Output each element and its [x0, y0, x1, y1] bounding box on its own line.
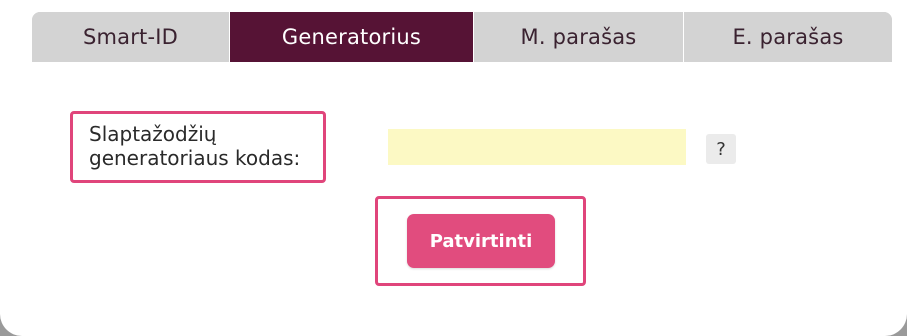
- tab-generatorius-label: Generatorius: [281, 25, 422, 49]
- tab-e-parasas[interactable]: E. parašas: [684, 12, 892, 62]
- help-button[interactable]: ?: [706, 134, 736, 164]
- tab-generatorius[interactable]: Generatorius: [230, 12, 474, 62]
- login-card: Smart-ID Generatorius M. parašas E. para…: [0, 0, 907, 336]
- code-label: Slaptažodžių generatoriaus kodas:: [89, 122, 301, 170]
- tab-smart-id-label: Smart-ID: [82, 25, 179, 49]
- tab-smart-id[interactable]: Smart-ID: [32, 12, 230, 62]
- tab-m-parasas[interactable]: M. parašas: [474, 12, 684, 62]
- code-label-highlight: Slaptažodžių generatoriaus kodas:: [70, 111, 326, 183]
- confirm-button[interactable]: Patvirtinti: [407, 214, 555, 268]
- generator-code-input[interactable]: [388, 129, 686, 165]
- question-mark-icon: ?: [716, 138, 726, 160]
- tab-m-parasas-label: M. parašas: [520, 25, 637, 49]
- tab-e-parasas-label: E. parašas: [732, 25, 844, 49]
- auth-method-tabs: Smart-ID Generatorius M. parašas E. para…: [32, 12, 892, 62]
